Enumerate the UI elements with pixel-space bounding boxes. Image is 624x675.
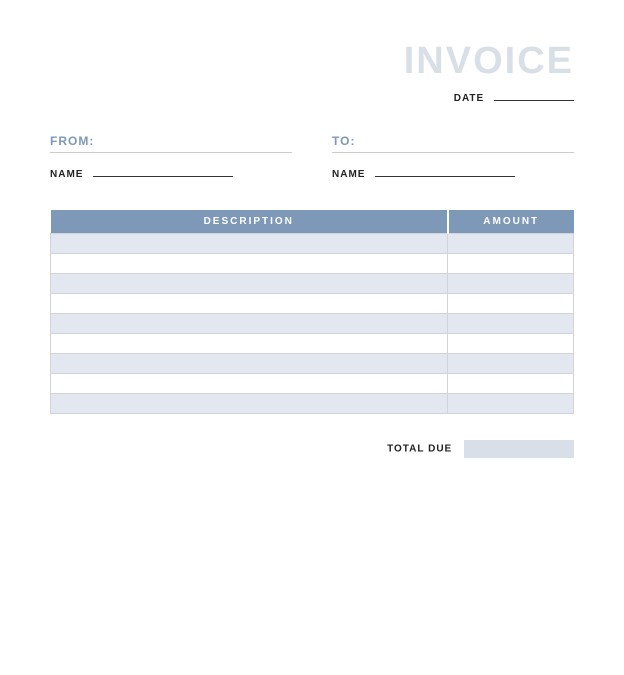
- from-name-label: NAME: [50, 169, 83, 180]
- cell-description[interactable]: [51, 354, 448, 374]
- table-row: [51, 334, 574, 354]
- table-row: [51, 374, 574, 394]
- cell-amount[interactable]: [448, 294, 574, 314]
- header-description: DESCRIPTION: [51, 210, 448, 234]
- table-row: [51, 274, 574, 294]
- total-due-value[interactable]: [464, 440, 574, 458]
- date-row: DATE: [50, 93, 574, 104]
- date-input-line[interactable]: [494, 100, 574, 101]
- cell-description[interactable]: [51, 374, 448, 394]
- to-section: TO: NAME: [332, 134, 574, 180]
- cell-amount[interactable]: [448, 374, 574, 394]
- header-amount: AMOUNT: [448, 210, 574, 234]
- line-items-table: DESCRIPTION AMOUNT: [50, 210, 574, 414]
- from-label: FROM:: [50, 134, 292, 153]
- cell-description[interactable]: [51, 334, 448, 354]
- cell-amount[interactable]: [448, 254, 574, 274]
- table-row: [51, 394, 574, 414]
- cell-description[interactable]: [51, 294, 448, 314]
- to-name-input-line[interactable]: [375, 176, 515, 177]
- cell-amount[interactable]: [448, 334, 574, 354]
- cell-amount[interactable]: [448, 354, 574, 374]
- date-label: DATE: [454, 93, 484, 104]
- invoice-title: INVOICE: [50, 40, 574, 83]
- total-row: TOTAL DUE: [50, 440, 574, 458]
- table-row: [51, 234, 574, 254]
- table-row: [51, 254, 574, 274]
- cell-amount[interactable]: [448, 314, 574, 334]
- cell-description[interactable]: [51, 234, 448, 254]
- to-name-label: NAME: [332, 169, 365, 180]
- table-row: [51, 314, 574, 334]
- to-label: TO:: [332, 134, 574, 153]
- cell-description[interactable]: [51, 254, 448, 274]
- cell-amount[interactable]: [448, 234, 574, 254]
- table-row: [51, 354, 574, 374]
- table-row: [51, 294, 574, 314]
- cell-amount[interactable]: [448, 274, 574, 294]
- total-due-label: TOTAL DUE: [387, 444, 452, 455]
- cell-description[interactable]: [51, 394, 448, 414]
- from-section: FROM: NAME: [50, 134, 292, 180]
- from-name-input-line[interactable]: [93, 176, 233, 177]
- cell-description[interactable]: [51, 314, 448, 334]
- cell-amount[interactable]: [448, 394, 574, 414]
- cell-description[interactable]: [51, 274, 448, 294]
